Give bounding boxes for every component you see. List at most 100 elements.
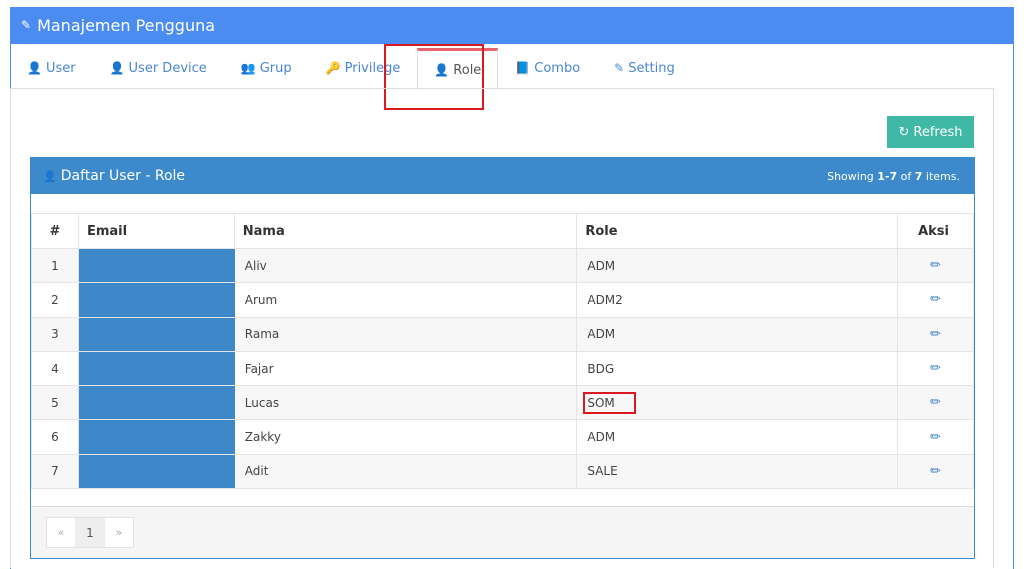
- users-icon: 👥: [240, 61, 256, 75]
- row-role-value: BDG: [587, 361, 615, 376]
- user-secret-icon: 👤: [434, 62, 450, 77]
- tab-setting[interactable]: ✎ Setting: [597, 48, 692, 89]
- row-role: ADM: [576, 419, 898, 455]
- pagination: « 1 »: [46, 517, 134, 548]
- tab-user[interactable]: 👤 User: [10, 48, 93, 89]
- user-role-grid: 👤 Daftar User - Role Showing 1-7 of 7 it…: [30, 157, 975, 559]
- row-email-redacted: [77, 453, 235, 490]
- pagination-page-1[interactable]: 1: [75, 518, 105, 547]
- edit-button[interactable]: ✏︎: [930, 361, 941, 376]
- row-role-value: SALE: [587, 464, 618, 479]
- pagination-prev[interactable]: «: [47, 518, 75, 547]
- row-role: BDG: [576, 350, 898, 387]
- row-number: 7: [31, 453, 79, 490]
- col-role[interactable]: Role: [576, 213, 898, 249]
- tab-combo[interactable]: 📘 Combo: [498, 48, 597, 89]
- pencil-icon: ✏︎: [930, 395, 941, 411]
- row-role-value: ADM: [587, 258, 616, 273]
- grid-title: 👤 Daftar User - Role: [43, 168, 185, 184]
- col-number[interactable]: #: [31, 213, 79, 249]
- tab-role[interactable]: 👤 Role: [417, 48, 499, 90]
- edit-button[interactable]: ✏︎: [930, 430, 941, 445]
- summary-prefix: Showing: [827, 169, 878, 183]
- pencil-icon: ✎: [21, 18, 32, 32]
- edit-button[interactable]: ✏︎: [930, 258, 941, 273]
- row-email-redacted: [77, 385, 235, 421]
- row-actions: ✏︎: [896, 419, 975, 455]
- row-number: 2: [31, 282, 79, 318]
- tab-grup[interactable]: 👥 Grup: [224, 48, 309, 89]
- edit-button[interactable]: ✏︎: [930, 327, 941, 342]
- table-row: 6 Zakky ADM ✏︎: [31, 419, 975, 455]
- tab-bar: 👤 User 👤 User Device 👥 Grup 🔑 Privilege …: [10, 48, 994, 90]
- grid-footer: « 1 »: [31, 506, 974, 558]
- row-role: SOM: [576, 385, 898, 421]
- row-actions: ✏︎: [896, 385, 975, 421]
- pencil-icon: ✏︎: [930, 361, 941, 377]
- user-secret-icon: 👤: [43, 169, 57, 183]
- tab-label: User: [45, 61, 76, 76]
- row-role: ADM: [576, 247, 898, 284]
- row-number: 3: [31, 316, 79, 352]
- row-role-value: ADM2: [587, 292, 623, 307]
- edit-button[interactable]: ✏︎: [930, 464, 941, 479]
- row-actions: ✏︎: [896, 316, 975, 352]
- row-actions: ✏︎: [896, 247, 975, 284]
- row-actions: ✏︎: [896, 453, 975, 490]
- refresh-button[interactable]: ↻ Refresh: [887, 116, 974, 148]
- tab-label: User Device: [128, 61, 207, 76]
- row-actions: ✏︎: [896, 282, 975, 318]
- row-number: 4: [31, 350, 79, 387]
- col-email[interactable]: Email: [77, 213, 235, 249]
- pencil-icon: ✏︎: [930, 463, 941, 479]
- data-table: # Email Nama Role Aksi 1 Aliv ADM ✏︎ 2 Arum AD…: [31, 213, 975, 490]
- row-nama: Zakky: [233, 419, 578, 455]
- edit-button[interactable]: ✏︎: [930, 395, 941, 410]
- tab-user-device[interactable]: 👤 User Device: [93, 48, 224, 89]
- row-nama: Lucas: [233, 385, 578, 421]
- pagination-next[interactable]: »: [105, 518, 133, 547]
- book-icon: 📘: [515, 61, 531, 75]
- row-role: SALE: [576, 453, 898, 490]
- summary-of: of: [897, 169, 915, 183]
- tab-privilege[interactable]: 🔑 Privilege: [309, 48, 418, 89]
- row-role-value: ADM: [587, 327, 616, 342]
- col-nama[interactable]: Nama: [233, 213, 578, 249]
- table-row: 2 Arum ADM2 ✏︎: [31, 282, 975, 318]
- table-header-row: # Email Nama Role Aksi: [31, 213, 975, 249]
- panel-header: ✎ Manajemen Pengguna: [11, 7, 1013, 44]
- table-row: 3 Rama ADM ✏︎: [31, 316, 975, 352]
- row-role: ADM: [576, 316, 898, 352]
- row-number: 5: [31, 385, 79, 421]
- row-nama: Arum: [233, 282, 578, 318]
- tab-label: Grup: [259, 61, 292, 76]
- row-number: 6: [31, 419, 79, 455]
- tab-label: Combo: [534, 61, 581, 76]
- grid-title-text: Daftar User - Role: [60, 168, 186, 184]
- row-email-redacted: [77, 350, 235, 387]
- row-role-value: SOM: [583, 391, 636, 414]
- table-row: 7 Adit SALE ✏︎: [31, 453, 975, 490]
- table-row: 4 Fajar BDG ✏︎: [31, 350, 975, 387]
- row-role-value: ADM: [587, 430, 616, 445]
- refresh-icon: ↻: [898, 124, 910, 140]
- table-row: 1 Aliv ADM ✏︎: [31, 247, 975, 284]
- tab-label: Privilege: [344, 61, 401, 76]
- row-email-redacted: [77, 419, 235, 455]
- row-role: ADM2: [576, 282, 898, 318]
- pencil-icon: ✏︎: [930, 326, 941, 342]
- summary-suffix: items.: [922, 169, 960, 183]
- table-row: 5 Lucas SOM ✏︎: [31, 385, 975, 421]
- row-nama: Adit: [233, 453, 578, 490]
- row-email-redacted: [77, 282, 235, 318]
- pencil-icon: ✏︎: [930, 292, 941, 308]
- grid-header: 👤 Daftar User - Role Showing 1-7 of 7 it…: [31, 158, 974, 194]
- pencil-icon: ✏︎: [930, 258, 941, 274]
- edit-button[interactable]: ✏︎: [930, 292, 941, 307]
- user-icon: 👤: [27, 61, 42, 75]
- user-icon: 👤: [109, 61, 125, 75]
- row-actions: ✏︎: [896, 350, 975, 387]
- grid-summary: Showing 1-7 of 7 items.: [827, 170, 960, 183]
- tab-label: Role: [453, 62, 482, 78]
- row-nama: Aliv: [233, 247, 578, 284]
